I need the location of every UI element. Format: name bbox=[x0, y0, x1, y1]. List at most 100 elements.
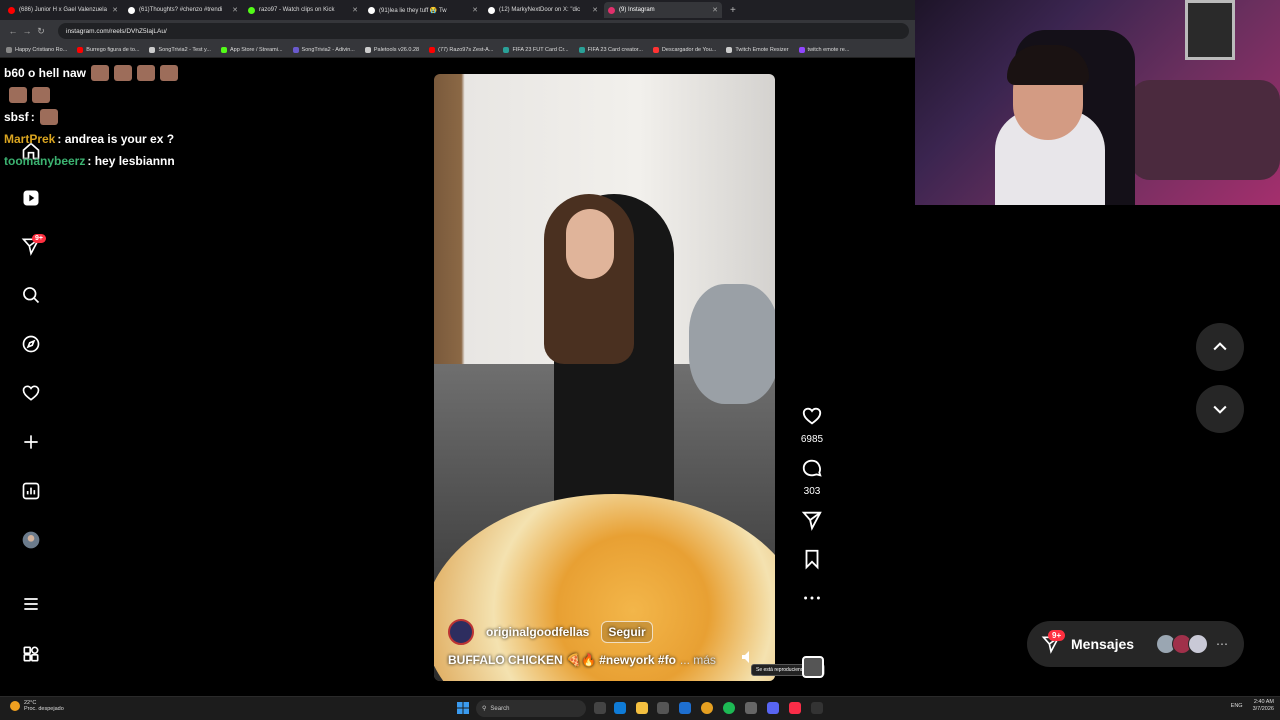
close-tab-icon[interactable]: ✕ bbox=[589, 6, 598, 14]
back-button[interactable]: ← bbox=[6, 26, 20, 36]
bookmark-item[interactable]: twitch emote re... bbox=[798, 46, 850, 53]
clock[interactable]: 2:40 AM 3/7/2026 bbox=[1253, 699, 1274, 713]
audio-thumbnail[interactable] bbox=[802, 656, 824, 678]
share-button[interactable] bbox=[795, 509, 829, 536]
file-explorer-icon[interactable] bbox=[636, 702, 648, 714]
weather-widget[interactable]: 22°C Proc. despejado bbox=[10, 700, 64, 712]
chat-text: b60 o hell naw bbox=[4, 66, 87, 80]
bookmark-favicon-icon bbox=[652, 46, 659, 53]
task-view-icon[interactable] bbox=[594, 702, 606, 714]
bookmark-item[interactable]: (77) Razo97s Zest-A... bbox=[429, 46, 494, 53]
messages-more-icon[interactable]: ⋯ bbox=[1216, 637, 1228, 651]
more-apps-icon[interactable] bbox=[20, 643, 42, 665]
browser-tab[interactable]: razo97 - Watch clips on Kick ✕ bbox=[244, 2, 362, 18]
new-tab-button[interactable]: + bbox=[730, 5, 736, 16]
bookmark-item[interactable]: Burrego figura de to... bbox=[77, 46, 139, 53]
chat-emote-icon bbox=[32, 87, 50, 103]
app-icon[interactable] bbox=[811, 702, 823, 714]
like-button[interactable]: 6985 bbox=[795, 405, 829, 445]
reel-video[interactable]: originalgoodfellas Seguir BUFFALO CHICKE… bbox=[434, 74, 775, 681]
create-icon[interactable] bbox=[20, 431, 42, 453]
discord-icon[interactable] bbox=[767, 702, 779, 714]
chat-text: : hey lesbiannn bbox=[87, 154, 175, 168]
mail-icon[interactable] bbox=[679, 702, 691, 714]
obs-icon[interactable] bbox=[745, 702, 757, 714]
account-avatar[interactable] bbox=[448, 619, 474, 645]
close-tab-icon[interactable]: ✕ bbox=[709, 6, 718, 14]
spotify-icon[interactable] bbox=[723, 702, 735, 714]
follow-button[interactable]: Seguir bbox=[601, 621, 653, 643]
more-options-button[interactable] bbox=[795, 587, 829, 614]
browser-tab[interactable]: (91)lea lie they tuff 😭 Tw ✕ bbox=[364, 2, 482, 18]
store-icon[interactable] bbox=[657, 702, 669, 714]
browser-tab[interactable]: (686) Junior H x Gael Valenzuela ✕ bbox=[4, 2, 122, 18]
heart-icon bbox=[802, 407, 822, 425]
bookmark-favicon-icon bbox=[726, 46, 733, 53]
comment-count: 303 bbox=[803, 486, 821, 497]
edge-icon[interactable] bbox=[614, 702, 626, 714]
clock-date: 3/7/2026 bbox=[1252, 706, 1274, 712]
bookmark-item[interactable]: Twitch Emote Resizer bbox=[726, 46, 789, 53]
bookmark-label: SongTrivia2 - Test y... bbox=[158, 46, 211, 53]
bookmark-item[interactable]: FIFA 23 FUT Card Cr... bbox=[503, 46, 569, 53]
messages-badge: 9+ bbox=[32, 234, 46, 243]
search-icon[interactable] bbox=[20, 284, 42, 306]
menu-icon[interactable] bbox=[20, 593, 42, 615]
taskbar-search[interactable]: ⚲ Search bbox=[476, 700, 586, 717]
chat-message: toomanybeerz: hey lesbiannn bbox=[4, 150, 264, 172]
browser-tab[interactable]: (9) Instagram ✕ bbox=[604, 2, 722, 18]
bookmark-label: Happy Cristiano Ro... bbox=[15, 46, 68, 53]
bookmark-favicon-icon bbox=[429, 46, 436, 53]
close-tab-icon[interactable]: ✕ bbox=[229, 6, 238, 14]
chat-emote-icon bbox=[114, 65, 133, 81]
messages-pill[interactable]: Mensajes ⋯ bbox=[1027, 621, 1244, 667]
bookmark-favicon-icon bbox=[6, 46, 12, 53]
bookmark-item[interactable]: Descargador de You... bbox=[652, 46, 716, 53]
dashboard-icon[interactable] bbox=[20, 480, 42, 502]
bookmark-item[interactable]: App Store / Streami... bbox=[220, 46, 283, 53]
close-tab-icon[interactable]: ✕ bbox=[469, 6, 478, 14]
chat-message: MartPrek: andrea is your ex ? bbox=[4, 128, 264, 150]
forward-button[interactable]: → bbox=[20, 26, 34, 36]
bookmark-favicon-icon bbox=[292, 46, 299, 53]
music-icon[interactable] bbox=[789, 702, 801, 714]
previous-reel-button[interactable] bbox=[1196, 323, 1244, 371]
bookmark-item[interactable]: SongTrivia2 - Test y... bbox=[149, 46, 211, 53]
url-field[interactable]: instagram.com/reels/DVhZ5IajLAu/ bbox=[58, 23, 909, 39]
chat-message bbox=[4, 84, 264, 106]
chevron-up-icon bbox=[1213, 342, 1227, 351]
windows-taskbar: 22°C Proc. despejado ⚲ Search ENG 2:40 A… bbox=[0, 696, 1280, 720]
close-tab-icon[interactable]: ✕ bbox=[349, 6, 358, 14]
bookmark-item[interactable]: SongTrivia2 - Adivin... bbox=[292, 46, 355, 53]
caption-more-link[interactable]: ... más bbox=[680, 653, 716, 667]
stream-chat-overlay: b60 o hell naw sbsf: MartPrek: andrea is y… bbox=[4, 62, 264, 172]
bookmark-item[interactable]: FIFA 23 Card creator... bbox=[578, 46, 643, 53]
windows-start-icon[interactable] bbox=[457, 702, 469, 714]
bookmark-label: FIFA 23 FUT Card Cr... bbox=[512, 46, 569, 53]
bookmark-label: (77) Razo97s Zest-A... bbox=[438, 46, 494, 53]
browser-tab[interactable]: (12) MarkyNextDoor on X: "dic ✕ bbox=[484, 2, 602, 18]
address-bar-row: ← → ↻ instagram.com/reels/DVhZ5IajLAu/ bbox=[0, 20, 915, 42]
bookmark-favicon-icon bbox=[149, 46, 156, 53]
profile-avatar[interactable] bbox=[20, 529, 42, 551]
reel-info: originalgoodfellas Seguir BUFFALO CHICKE… bbox=[448, 617, 735, 667]
bookmark-label: twitch emote re... bbox=[807, 46, 850, 53]
close-tab-icon[interactable]: ✕ bbox=[109, 6, 118, 14]
bookmark-favicon-icon bbox=[77, 46, 84, 53]
notifications-icon[interactable] bbox=[20, 382, 42, 404]
comment-button[interactable]: 303 bbox=[795, 457, 829, 497]
browser-tab[interactable]: (61)Thoughts? #chenzo #trendi ✕ bbox=[124, 2, 242, 18]
save-button[interactable] bbox=[795, 548, 829, 575]
chat-text: : bbox=[30, 110, 35, 124]
bookmark-label: App Store / Streami... bbox=[229, 46, 283, 53]
explore-icon[interactable] bbox=[20, 333, 42, 355]
bookmark-item[interactable]: Paletools v26.0.28 bbox=[364, 46, 419, 53]
reels-icon[interactable] bbox=[20, 187, 42, 209]
chrome-icon[interactable] bbox=[701, 702, 713, 714]
audio-playing-icon[interactable] bbox=[741, 650, 753, 664]
reload-button[interactable]: ↻ bbox=[34, 26, 48, 37]
bookmark-item[interactable]: Happy Cristiano Ro... bbox=[6, 46, 68, 53]
next-reel-button[interactable] bbox=[1196, 385, 1244, 433]
language-indicator[interactable]: ENG bbox=[1231, 703, 1243, 709]
account-name[interactable]: originalgoodfellas bbox=[486, 625, 589, 639]
